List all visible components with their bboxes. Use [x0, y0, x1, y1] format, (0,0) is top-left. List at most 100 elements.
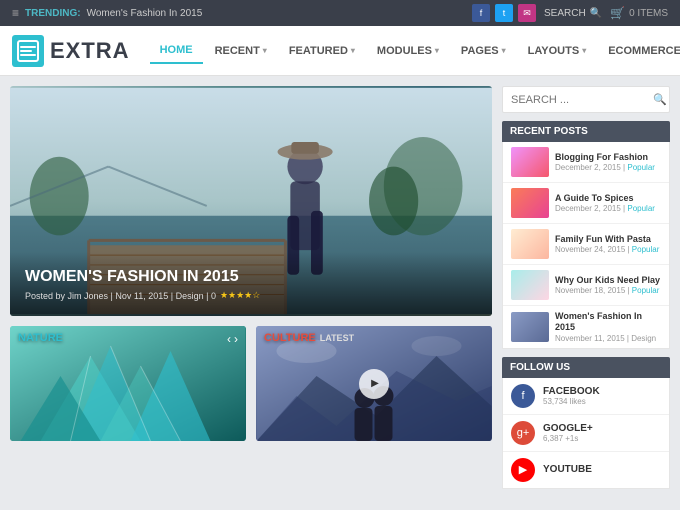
- post-title[interactable]: Family Fun With Pasta: [555, 234, 661, 245]
- top-bar-right: f t ✉ SEARCH 🔍 🛒 0 ITEMS: [472, 4, 668, 22]
- follow-info: YOUTUBE: [543, 464, 592, 475]
- logo-box: [12, 35, 44, 67]
- search-top-icon: 🔍: [590, 8, 602, 19]
- post-thumbnail: [511, 147, 549, 177]
- follow-info: GOOGLE+ 6,387 +1s: [543, 423, 593, 443]
- post-thumbnail: [511, 312, 549, 342]
- right-sidebar: 🔍 RECENT POSTS Blogging For Fashion Dece…: [502, 86, 670, 500]
- culture-label-text: CULTURE: [264, 332, 316, 344]
- hero-meta: Posted by Jim Jones | Nov 11, 2015 | Des…: [25, 290, 477, 301]
- recent-posts-list: Blogging For Fashion December 2, 2015 | …: [502, 142, 670, 349]
- chevron-down-icon: ▾: [351, 46, 355, 55]
- prev-button[interactable]: ‹: [227, 332, 231, 346]
- post-meta: November 11, 2015 | Design: [555, 334, 661, 343]
- post-meta: December 2, 2015 | Popular: [555, 163, 661, 172]
- post-thumbnail: [511, 270, 549, 300]
- left-content: WOMEN'S FASHION IN 2015 Posted by Jim Jo…: [10, 86, 492, 500]
- bottom-sections: NATURE ‹ ›: [10, 326, 492, 441]
- post-info: Women's Fashion In 2015 November 11, 201…: [555, 311, 661, 343]
- nav-menu: HOME RECENT ▾ FEATURED ▾ MODULES ▾ PAGES…: [150, 38, 680, 64]
- recent-posts-section: RECENT POSTS Blogging For Fashion Decemb…: [502, 121, 670, 349]
- list-item: ▶ YOUTUBE: [503, 452, 669, 488]
- trending-text: Women's Fashion In 2015: [87, 8, 203, 19]
- follow-us-list: f FACEBOOK 53,734 likes g+ GOOGLE+ 6,387…: [502, 378, 670, 489]
- hero-title: WOMEN'S FASHION IN 2015: [25, 267, 477, 286]
- search-icon: 🔍: [653, 93, 667, 106]
- post-thumbnail: [511, 229, 549, 259]
- list-item: f FACEBOOK 53,734 likes: [503, 378, 669, 415]
- nav-item-featured[interactable]: FEATURED ▾: [279, 39, 365, 63]
- nav-item-layouts[interactable]: LAYOUTS ▾: [518, 39, 597, 63]
- nav-item-ecommerce[interactable]: ECOMMERCE: [598, 39, 680, 63]
- list-item: g+ GOOGLE+ 6,387 +1s: [503, 415, 669, 452]
- post-info: Blogging For Fashion December 2, 2015 | …: [555, 152, 661, 173]
- nav-item-pages[interactable]: PAGES ▾: [451, 39, 516, 63]
- post-title[interactable]: Women's Fashion In 2015: [555, 311, 661, 333]
- section-culture: CULTURE Latest: [256, 326, 492, 441]
- social-icons: f t ✉: [472, 4, 536, 22]
- top-bar-left: ≡ TRENDING: Women's Fashion In 2015: [12, 6, 202, 20]
- hero-overlay: WOMEN'S FASHION IN 2015 Posted by Jim Jo…: [10, 252, 492, 316]
- list-item: Blogging For Fashion December 2, 2015 | …: [503, 142, 669, 183]
- googleplus-follow-icon: g+: [511, 421, 535, 445]
- next-button[interactable]: ›: [234, 332, 238, 346]
- list-item: A Guide To Spices December 2, 2015 | Pop…: [503, 183, 669, 224]
- logo-area[interactable]: EXTRA: [12, 35, 130, 67]
- youtube-follow-icon: ▶: [511, 458, 535, 482]
- facebook-icon[interactable]: f: [472, 4, 490, 22]
- cart-label: 0 ITEMS: [629, 8, 668, 19]
- instagram-icon[interactable]: ✉: [518, 4, 536, 22]
- cart-icon: 🛒: [610, 6, 625, 20]
- follow-us-title: FOLLOW US: [502, 357, 670, 378]
- twitter-icon[interactable]: t: [495, 4, 513, 22]
- list-item: Why Our Kids Need Play November 18, 2015…: [503, 265, 669, 306]
- post-title[interactable]: Blogging For Fashion: [555, 152, 661, 163]
- nature-nav: ‹ ›: [227, 332, 238, 346]
- culture-label-sub: Latest: [320, 333, 354, 343]
- follow-network[interactable]: GOOGLE+: [543, 423, 593, 434]
- section-nature: NATURE ‹ ›: [10, 326, 246, 441]
- nature-label: NATURE: [18, 332, 63, 344]
- trending-label: TRENDING:: [25, 8, 81, 19]
- search-top[interactable]: SEARCH 🔍: [544, 8, 602, 19]
- search-top-label: SEARCH: [544, 8, 586, 19]
- list-item: Women's Fashion In 2015 November 11, 201…: [503, 306, 669, 348]
- play-button[interactable]: [359, 369, 389, 399]
- follow-count: 53,734 likes: [543, 397, 600, 406]
- follow-network[interactable]: FACEBOOK: [543, 386, 600, 397]
- chevron-down-icon: ▾: [582, 46, 586, 55]
- recent-posts-title: RECENT POSTS: [502, 121, 670, 142]
- post-meta: December 2, 2015 | Popular: [555, 204, 661, 213]
- facebook-follow-icon: f: [511, 384, 535, 408]
- hero-stars: ★★★★☆: [220, 290, 260, 301]
- follow-count: 6,387 +1s: [543, 434, 593, 443]
- post-thumbnail: [511, 188, 549, 218]
- search-box[interactable]: 🔍: [502, 86, 670, 113]
- nav-bar: EXTRA HOME RECENT ▾ FEATURED ▾ MODULES ▾…: [0, 26, 680, 76]
- follow-us-section: FOLLOW US f FACEBOOK 53,734 likes g+ GOO…: [502, 357, 670, 489]
- hero-section: WOMEN'S FASHION IN 2015 Posted by Jim Jo…: [10, 86, 492, 316]
- chevron-down-icon: ▾: [263, 46, 267, 55]
- culture-label: CULTURE Latest: [264, 332, 354, 344]
- chevron-down-icon: ▾: [435, 46, 439, 55]
- hero-meta-text: Posted by Jim Jones | Nov 11, 2015 | Des…: [25, 291, 216, 301]
- post-info: A Guide To Spices December 2, 2015 | Pop…: [555, 193, 661, 214]
- nav-item-modules[interactable]: MODULES ▾: [367, 39, 449, 63]
- post-meta: November 18, 2015 | Popular: [555, 286, 661, 295]
- nature-label-text: NATURE: [18, 332, 63, 344]
- post-meta: November 24, 2015 | Popular: [555, 245, 661, 254]
- main-content: WOMEN'S FASHION IN 2015 Posted by Jim Jo…: [0, 76, 680, 510]
- post-info: Family Fun With Pasta November 24, 2015 …: [555, 234, 661, 255]
- post-title[interactable]: Why Our Kids Need Play: [555, 275, 661, 286]
- search-input[interactable]: [511, 94, 653, 106]
- menu-icon: ≡: [12, 6, 19, 20]
- post-title[interactable]: A Guide To Spices: [555, 193, 661, 204]
- follow-network[interactable]: YOUTUBE: [543, 464, 592, 475]
- top-bar: ≡ TRENDING: Women's Fashion In 2015 f t …: [0, 0, 680, 26]
- logo-text: EXTRA: [50, 38, 130, 64]
- cart-area[interactable]: 🛒 0 ITEMS: [610, 6, 668, 20]
- nav-item-recent[interactable]: RECENT ▾: [205, 39, 277, 63]
- chevron-down-icon: ▾: [502, 46, 506, 55]
- post-info: Why Our Kids Need Play November 18, 2015…: [555, 275, 661, 296]
- nav-item-home[interactable]: HOME: [150, 38, 203, 64]
